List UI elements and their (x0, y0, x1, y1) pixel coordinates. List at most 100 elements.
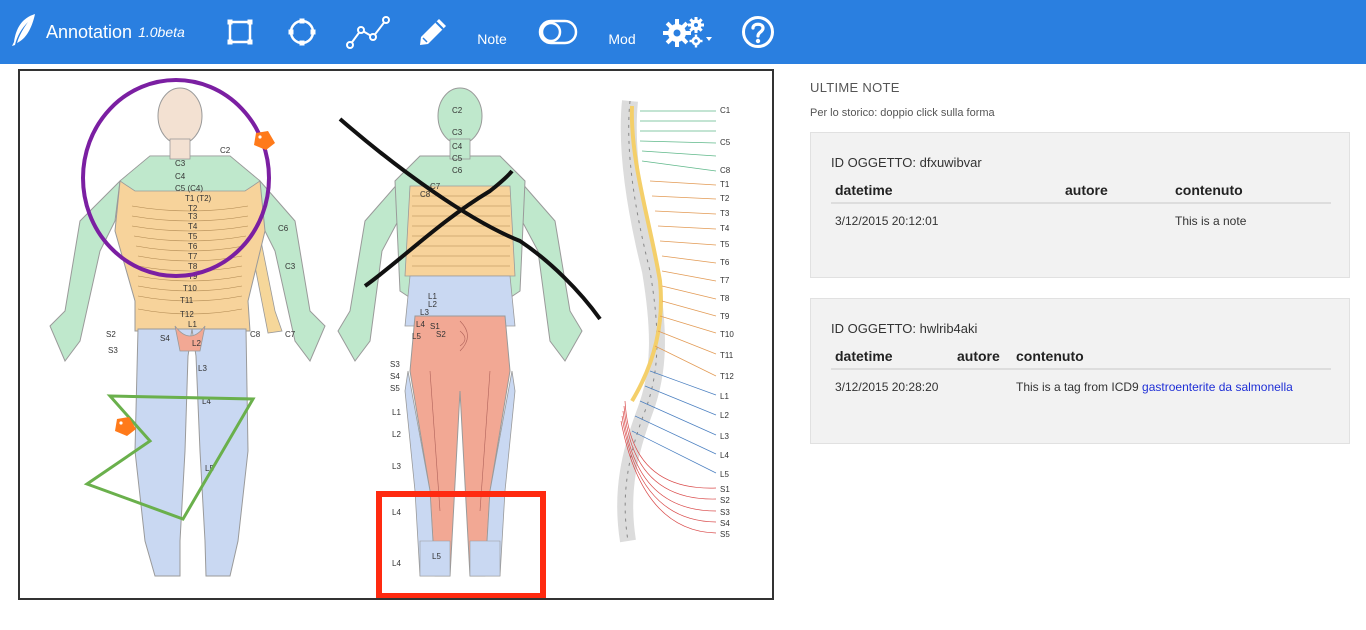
help-icon (741, 15, 775, 49)
column-header-contenuto: contenuto (1171, 177, 1331, 204)
dermatome-label: C7 (285, 330, 296, 339)
dermatome-label: C6 (278, 224, 289, 233)
tag-marker-icon[interactable] (254, 131, 275, 150)
icd9-link[interactable]: gastroenterite da salmonella (1142, 380, 1293, 394)
dermatome-label: L2 (428, 300, 437, 309)
column-header-contenuto: contenuto (1012, 343, 1331, 370)
cell-datetime: 3/12/2015 20:28:20 (835, 379, 939, 394)
panel-hint: Per lo storico: doppio click sulla forma (810, 107, 995, 119)
help-button[interactable] (740, 12, 776, 52)
cell-contenuto: This is a tag from ICD9 gastroenterite d… (1012, 369, 1331, 403)
table-row: 3/12/2015 20:28:20 This is a tag from IC… (831, 369, 1331, 403)
dermatome-image[interactable]: C2C3C4C5 (C4)T1 (T2)T2T3T4T5T6T7T8T9T10T… (20, 71, 772, 598)
cell-contenuto-text: This is a tag from ICD9 (1016, 379, 1143, 394)
settings-dropdown-button[interactable] (662, 12, 716, 52)
circle-tool-button[interactable] (286, 12, 318, 52)
top-toolbar: Annotation 1.0beta Note Mod (0, 0, 1366, 64)
dermatome-label: C4 (452, 142, 463, 151)
table-row: 3/12/2015 20:12:01 This is a note (831, 203, 1331, 237)
dermatome-label: T6 (720, 258, 730, 267)
dermatome-label: C8 (420, 190, 431, 199)
dermatome-label: S3 (108, 346, 118, 355)
dermatome-label: L4 (392, 508, 401, 517)
dermatome-label: C5 (720, 138, 731, 147)
red-rectangle-annotation[interactable] (376, 491, 546, 598)
dermatome-label: T3 (188, 212, 198, 221)
polyline-tool-button[interactable] (344, 12, 392, 52)
dermatome-label: T2 (720, 194, 730, 203)
dermatome-label: S3 (720, 508, 730, 517)
spine-labels: C1 C5 C8 T1 T2 T3 T4 T5 T6 T7 T8 T9 T10 T11 T12 L1 L2 L3 L… (720, 106, 734, 539)
dermatome-label: C1 (720, 106, 731, 115)
toggle-button[interactable] (538, 12, 578, 52)
dermatome-label: L3 (392, 462, 401, 471)
pencil-tool-button[interactable] (416, 12, 450, 52)
note-object-id: ID OGGETTO: hwlrib4aki (831, 321, 978, 336)
note-card[interactable]: ID OGGETTO: dfxuwibvar datetime autore c… (810, 132, 1350, 278)
mod-tool-label: Mod (608, 31, 636, 47)
note-tool-button[interactable]: Note (472, 12, 512, 52)
column-header-datetime: datetime (831, 343, 953, 370)
dermatome-label: T5 (720, 240, 730, 249)
dermatome-label: S2 (436, 330, 446, 339)
dermatome-label: T10 (183, 284, 197, 293)
dermatome-label: C6 (452, 166, 463, 175)
dermatome-label: L3 (720, 432, 729, 441)
dermatome-label: T1 (720, 180, 730, 189)
dermatome-label: C2 (220, 146, 231, 155)
cell-autore (1061, 203, 1171, 237)
dermatome-label: T11 (180, 296, 194, 305)
cell-datetime: 3/12/2015 20:12:01 (835, 213, 939, 228)
note-table: datetime autore contenuto 3/12/2015 20:1… (831, 177, 1331, 237)
dermatome-label: S4 (160, 334, 170, 343)
note-table: datetime autore contenuto 3/12/2015 20:2… (831, 343, 1331, 403)
dermatome-label: C3 (452, 128, 463, 137)
dermatome-label: C5 (C4) (175, 184, 203, 193)
column-header-autore: autore (953, 343, 1012, 370)
dermatome-label: C2 (452, 106, 463, 115)
dermatome-label: T4 (720, 224, 730, 233)
annotation-canvas[interactable]: C2 C3 C4 C5 (C4) T1 (T2) T2 T3 T4 T5 T6 T7 T8 T9 T10 T… (18, 69, 774, 600)
dermatome-label: S3 (390, 360, 400, 369)
dermatome-label: C5 (452, 154, 463, 163)
dermatome-label: L2 (392, 430, 401, 439)
dermatome-label: T8 (720, 294, 730, 303)
mod-tool-button[interactable]: Mod (604, 12, 640, 52)
toggle-icon (538, 19, 578, 45)
note-object-id: ID OGGETTO: dfxuwibvar (831, 155, 982, 170)
dermatome-label: T5 (188, 232, 198, 241)
dermatome-label: T10 (720, 330, 734, 339)
dermatome-label: S5 (720, 530, 730, 539)
dermatome-label: L1 (720, 392, 729, 401)
dermatome-label: S4 (390, 372, 400, 381)
dermatome-label: L5 (720, 470, 729, 479)
dermatome-label: L3 (420, 308, 429, 317)
dermatome-label: L4 (392, 559, 401, 568)
dermatome-label: T7 (188, 252, 198, 261)
dermatome-label: T9 (720, 312, 730, 321)
dermatome-label: L2 (192, 339, 201, 348)
dermatome-label: S5 (390, 384, 400, 393)
dermatome-label: C8 (720, 166, 731, 175)
dermatome-label: L1 (188, 320, 197, 329)
cell-contenuto: This is a note (1175, 213, 1247, 228)
dermatome-label: C3 (175, 159, 186, 168)
dermatome-label: S4 (720, 519, 730, 528)
dermatome-label: L1 (392, 408, 401, 417)
feather-icon (10, 12, 38, 53)
dermatome-label: T12 (720, 372, 734, 381)
dermatome-label: L4 (720, 451, 729, 460)
dermatome-label: T8 (188, 262, 198, 271)
panel-title: ULTIME NOTE (810, 80, 900, 95)
dermatome-label: T4 (188, 222, 198, 231)
note-card[interactable]: ID OGGETTO: hwlrib4aki datetime autore c… (810, 298, 1350, 444)
dermatome-label: S2 (720, 496, 730, 505)
dermatome-label: L5 (432, 552, 441, 561)
brand[interactable]: Annotation 1.0beta (10, 12, 185, 52)
dermatome-label: L4 (416, 320, 425, 329)
rectangle-tool-button[interactable] (224, 12, 256, 52)
dermatome-label: L2 (720, 411, 729, 420)
dermatome-label: S2 (106, 330, 116, 339)
dermatome-label: T6 (188, 242, 198, 251)
note-tool-label: Note (477, 31, 507, 47)
